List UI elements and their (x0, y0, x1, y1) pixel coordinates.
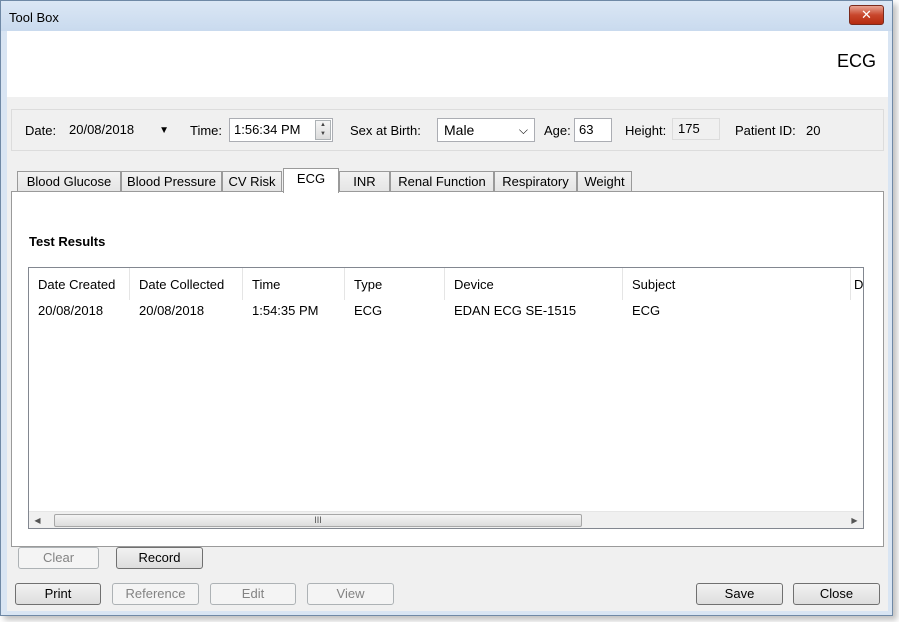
scroll-left-icon[interactable]: ◀ (29, 512, 46, 528)
column-header-truncated[interactable]: D (851, 268, 864, 300)
sex-select[interactable]: Male ⌵ (437, 118, 535, 142)
save-button-label: Save (724, 586, 755, 601)
clear-button-label: Clear (42, 550, 75, 565)
window-close-button[interactable]: ✕ (849, 5, 884, 25)
test-results-title: Test Results (29, 234, 106, 249)
age-label: Age: (544, 123, 571, 138)
column-label: D (854, 277, 864, 292)
tab-label: ECG (296, 171, 326, 186)
tab-label: Respiratory (502, 174, 569, 189)
column-label: Time (252, 277, 281, 292)
tab-blood-glucose[interactable]: Blood Glucose (17, 171, 121, 192)
patient-id-value: 20 (806, 123, 821, 138)
column-header-date-collected[interactable]: Date Collected (130, 268, 243, 300)
edit-button[interactable]: Edit (210, 583, 296, 605)
height-value: 175 (678, 121, 700, 136)
close-button-label: Close (819, 586, 854, 601)
spin-icon[interactable]: ▲ ▼ (315, 120, 331, 140)
time-input[interactable]: 1:56:34 PM ▲ ▼ (229, 118, 333, 142)
cell-type: ECG (354, 303, 383, 318)
cell-date-created: 20/08/2018 (38, 303, 104, 318)
tab-cv-risk[interactable]: CV Risk (222, 171, 282, 192)
view-button-label: View (336, 586, 365, 601)
column-label: Date Collected (139, 277, 225, 292)
column-header-subject[interactable]: Subject (623, 268, 851, 300)
tab-inr[interactable]: INR (339, 171, 390, 192)
age-input[interactable]: 63 (574, 118, 612, 142)
grip-icon: III (314, 515, 322, 525)
tab-renal-function[interactable]: Renal Function (390, 171, 494, 192)
column-header-date-created[interactable]: Date Created (29, 268, 130, 300)
edit-button-label: Edit (241, 586, 265, 601)
table-row[interactable]: 20/08/2018 20/08/2018 1:54:35 PM ECG EDA… (29, 300, 863, 322)
ecg-tab-panel: Test Results Date Created Date Collected… (11, 191, 884, 547)
close-icon: ✕ (861, 7, 872, 22)
print-button-label: Print (44, 586, 72, 601)
print-button[interactable]: Print (15, 583, 101, 605)
scroll-right-icon[interactable]: ▶ (846, 512, 863, 528)
tab-label: INR (353, 174, 376, 189)
patient-id-label: Patient ID: (735, 123, 796, 138)
view-button[interactable]: View (307, 583, 394, 605)
column-label: Type (354, 277, 383, 292)
tab-label: CV Risk (228, 174, 276, 189)
page-title: ECG (836, 51, 876, 71)
date-picker[interactable]: 20/08/2018 ▼ (64, 118, 176, 142)
column-header-device[interactable]: Device (445, 268, 623, 300)
list-header: Date Created Date Collected Time Type De… (29, 268, 864, 300)
patient-info-panel: Date: 20/08/2018 ▼ Time: 1:56:34 PM ▲ ▼ S… (11, 109, 884, 151)
window-title: Tool Box (9, 10, 59, 25)
cell-date-collected: 20/08/2018 (139, 303, 205, 318)
scroll-thumb[interactable]: III (54, 514, 582, 527)
column-label: Subject (632, 277, 676, 292)
record-button[interactable]: Record (116, 547, 203, 569)
time-label: Time: (190, 123, 223, 138)
close-button[interactable]: Close (793, 583, 880, 605)
tab-label: Renal Function (398, 174, 486, 189)
tab-label: Blood Pressure (127, 174, 216, 189)
tab-weight[interactable]: Weight (577, 171, 632, 192)
cell-time: 1:54:35 PM (252, 303, 319, 318)
toolbox-window: Tool Box ✕ ECG Date: 20/08/2018 ▼ Time: … (0, 0, 893, 616)
record-button-label: Record (138, 550, 181, 565)
cell-subject: ECG (632, 303, 661, 318)
height-field: 175 (672, 118, 720, 140)
chevron-down-icon: ▼ (159, 125, 169, 136)
clear-button[interactable]: Clear (18, 547, 99, 569)
age-value: 63 (579, 122, 594, 137)
tab-label: Weight (584, 174, 625, 189)
column-label: Device (454, 277, 494, 292)
sex-label: Sex at Birth: (350, 123, 421, 138)
tab-blood-pressure[interactable]: Blood Pressure (121, 171, 222, 192)
test-results-list[interactable]: Date Created Date Collected Time Type De… (28, 267, 864, 529)
header-area: ECG (7, 31, 888, 97)
reference-button[interactable]: Reference (112, 583, 199, 605)
tab-ecg[interactable]: ECG (283, 168, 339, 193)
save-button[interactable]: Save (696, 583, 783, 605)
height-label: Height: (625, 123, 667, 138)
title-bar[interactable]: Tool Box ✕ (1, 1, 892, 31)
cell-device: EDAN ECG SE-1515 (454, 303, 577, 318)
tab-label: Blood Glucose (26, 174, 112, 189)
date-label: Date: (25, 123, 57, 138)
chevron-down-icon: ⌵ (518, 123, 528, 137)
column-header-type[interactable]: Type (345, 268, 445, 300)
tab-respiratory[interactable]: Respiratory (494, 171, 577, 192)
column-label: Date Created (38, 277, 116, 292)
horizontal-scrollbar[interactable]: ◀ III ▶ (29, 511, 863, 528)
time-value: 1:56:34 PM (234, 122, 301, 137)
date-value: 20/08/2018 (69, 122, 135, 137)
reference-button-label: Reference (125, 586, 186, 601)
sex-value: Male (444, 122, 475, 138)
column-header-time[interactable]: Time (243, 268, 345, 300)
client-area: ECG Date: 20/08/2018 ▼ Time: 1:56:34 PM … (7, 31, 888, 611)
